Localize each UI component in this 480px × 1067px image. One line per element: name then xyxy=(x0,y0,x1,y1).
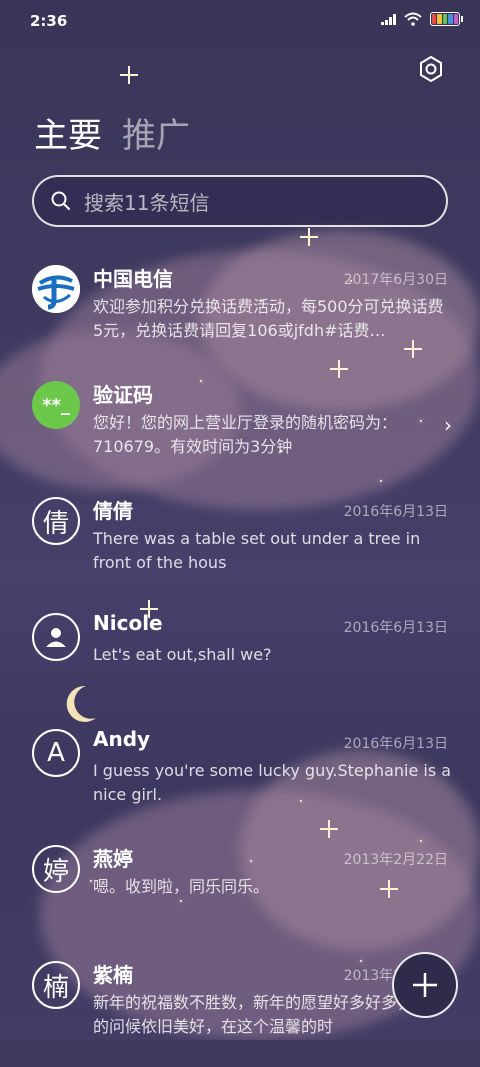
wifi-icon xyxy=(404,12,422,26)
avatar-text: A xyxy=(47,738,65,768)
chevron-right-icon[interactable]: › xyxy=(444,413,452,437)
signal-icon xyxy=(381,13,396,25)
message-preview: There was a table set out under a tree i… xyxy=(93,529,421,572)
message-preview: I guess you're some lucky guy.Stephanie … xyxy=(93,761,452,804)
message-date: 2016年6月13日 xyxy=(343,736,448,752)
conversation-row-verification-code[interactable]: **_ 验证码 您好！您的网上营业厅登录的随机密码为：710679。有效时间为3… xyxy=(0,371,480,487)
status-bar: 2:36 xyxy=(0,0,480,40)
message-date: 2016年6月13日 xyxy=(343,620,448,636)
battery-icon xyxy=(430,12,463,26)
contact-name: 验证码 xyxy=(93,383,153,407)
search-icon xyxy=(51,191,70,210)
avatar-text: 楠 xyxy=(42,972,69,1003)
verification-code-icon: **_ xyxy=(32,381,80,429)
avatar-text: 倩 xyxy=(42,508,69,539)
message-preview: 您好！您的网上营业厅登录的随机密码为：710679。有效时间为3分钟 xyxy=(93,413,398,456)
conversation-row-china-telecom[interactable]: 中国电信 2017年6月30日 欢迎参加积分兑换话费活动，每500分可兑换话费5… xyxy=(0,255,480,371)
conversation-list: 中国电信 2017年6月30日 欢迎参加积分兑换话费活动，每500分可兑换话费5… xyxy=(0,255,480,1067)
avatar: 倩 xyxy=(32,497,80,545)
contact-name: 紫楠 xyxy=(93,963,133,987)
message-date: 2013年2月22日 xyxy=(343,852,448,868)
message-date: 2016年6月13日 xyxy=(343,504,448,520)
tab-primary[interactable]: 主要 xyxy=(34,108,102,157)
message-preview: 嗯。收到啦，同乐同乐。 xyxy=(93,877,270,896)
tab-promotions[interactable]: 推广 xyxy=(122,108,190,157)
new-message-button[interactable] xyxy=(392,952,458,1018)
avatar: 楠 xyxy=(32,961,80,1009)
contact-name: 倩倩 xyxy=(93,499,133,523)
conversation-row-qianqian[interactable]: 倩 倩倩 2016年6月13日 There was a table set ou… xyxy=(0,487,480,603)
avatar xyxy=(32,613,80,661)
category-tabs: 主要 推广 xyxy=(34,108,190,157)
message-preview: Let's eat out,shall we? xyxy=(93,645,272,664)
contact-name: 燕婷 xyxy=(93,847,133,871)
avatar-text: **_ xyxy=(42,394,70,416)
search-placeholder: 搜索11条短信 xyxy=(84,190,210,215)
avatar-text: 婷 xyxy=(42,856,69,887)
status-time: 2:36 xyxy=(30,12,68,30)
conversation-row-andy[interactable]: A Andy 2016年6月13日 I guess you're some lu… xyxy=(0,719,480,835)
avatar: 婷 xyxy=(32,845,80,893)
status-icons xyxy=(381,12,463,26)
search-bar[interactable]: 搜索11条短信 xyxy=(32,175,448,227)
conversation-row-nicole[interactable]: Nicole 2016年6月13日 Let's eat out,shall we… xyxy=(0,603,480,719)
message-date: 2017年6月30日 xyxy=(343,272,448,288)
avatar: A xyxy=(32,729,80,777)
message-preview: 欢迎参加积分兑换话费活动，每500分可兑换话费5元，兑换话费请回复106或jfd… xyxy=(93,297,444,340)
settings-gear-icon[interactable] xyxy=(418,56,444,82)
china-telecom-logo-icon xyxy=(32,265,80,313)
person-icon xyxy=(46,628,66,647)
contact-name: Andy xyxy=(93,727,151,751)
contact-name: Nicole xyxy=(93,611,163,635)
china-telecom-logo xyxy=(32,265,80,313)
contact-name: 中国电信 xyxy=(93,267,173,291)
conversation-row-yanting[interactable]: 婷 燕婷 2013年2月22日 嗯。收到啦，同乐同乐。 xyxy=(0,835,480,951)
plus-icon xyxy=(413,973,437,997)
